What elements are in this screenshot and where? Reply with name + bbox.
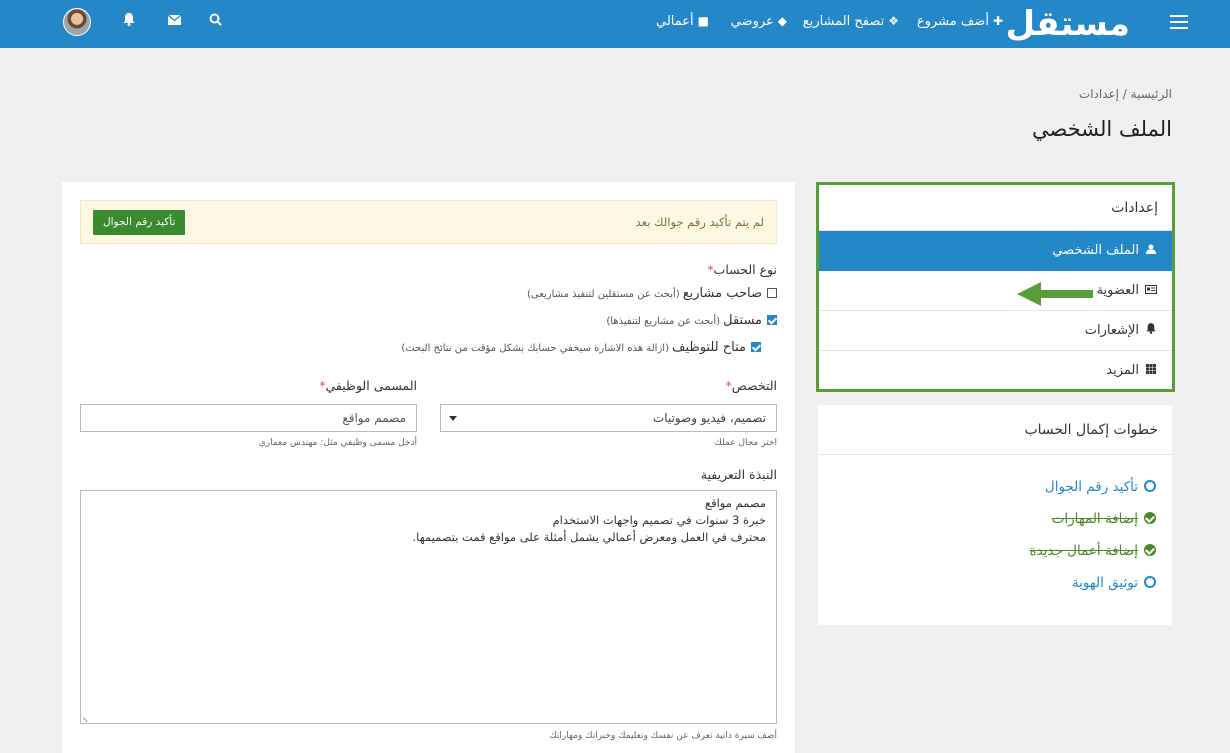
annotation-arrow <box>1017 282 1093 306</box>
avatar[interactable] <box>63 8 91 36</box>
alert-message: لم يتم تأكيد رقم جوالك بعد <box>635 215 764 229</box>
bio-help: أضف سيرة ذاتية تعرف عن نفسك وتعليمك وخبر… <box>549 731 777 741</box>
steps-title: خطوات إكمال الحساب <box>818 405 1172 455</box>
settings-item-membership[interactable]: العضوية <box>819 271 1172 311</box>
grid-icon <box>1144 351 1158 391</box>
bio-label: النبذة التعريفية <box>700 467 777 482</box>
menu-icon[interactable] <box>1170 15 1188 29</box>
job-title-input[interactable]: مصمم مواقع <box>80 404 417 432</box>
breadcrumb[interactable]: الرئيسية / إعدادات <box>1079 87 1172 101</box>
nav-my-works[interactable]: ■أعمالي <box>656 14 709 29</box>
checkbox-available-for-hire[interactable]: متاح للتوظيف(ازالة هذه الاشارة سيخفي حسا… <box>401 340 761 355</box>
settings-menu: إعدادات الملف الشخصي العضوية الإشعارات ا… <box>816 182 1175 392</box>
nav-browse-projects[interactable]: ❖تصفح المشاريع <box>803 14 899 29</box>
page-title: الملف الشخصي <box>1032 117 1172 141</box>
step-confirm-phone[interactable]: تأكيد رقم الجوال <box>1045 479 1156 495</box>
cubes-icon: ❖ <box>888 14 899 28</box>
plus-icon: ✚ <box>992 14 1003 28</box>
bio-textarea[interactable]: مصمم مواقع خبرة 3 سنوات في تصميم واجهات … <box>80 490 777 724</box>
id-card-icon <box>1144 271 1158 311</box>
specialty-help: اختر مجال عملك <box>714 438 777 448</box>
logo[interactable]: مستقل <box>1006 2 1131 46</box>
checkbox-icon[interactable] <box>767 288 777 298</box>
confirm-phone-button[interactable]: تأكيد رقم الجوال <box>93 210 186 235</box>
user-icon <box>1144 231 1158 271</box>
tag-icon: ◆ <box>777 14 787 28</box>
search-icon[interactable] <box>205 13 225 33</box>
check-circle-icon <box>1144 544 1156 556</box>
phone-alert: لم يتم تأكيد رقم جوالك بعد تأكيد رقم الج… <box>80 200 777 244</box>
settings-item-notifications[interactable]: الإشعارات <box>819 311 1172 351</box>
job-title-label: المسمى الوظيفي* <box>319 378 417 393</box>
checkbox-project-owner[interactable]: صاحب مشاريع(أبحث عن مستقلين لتنفيذ مشاري… <box>527 286 777 301</box>
account-type-label: نوع الحساب* <box>707 262 777 277</box>
caret-down-icon <box>449 416 457 421</box>
checkbox-freelancer[interactable]: مستقل(أبحث عن مشاريع لتنفيذها) <box>606 313 777 328</box>
bell-icon[interactable] <box>119 13 139 33</box>
job-title-help: أدخل مسمى وظيفي مثل: مهندس معماري <box>258 438 417 448</box>
account-steps-panel: خطوات إكمال الحساب تأكيد رقم الجوال إضاف… <box>818 405 1172 625</box>
step-verify-identity[interactable]: توثيق الهوية <box>1072 575 1156 591</box>
circle-icon <box>1144 480 1156 492</box>
briefcase-icon: ■ <box>697 14 709 28</box>
nav-my-offers[interactable]: ◆عروضي <box>731 14 787 29</box>
settings-title: إعدادات <box>819 185 1172 231</box>
specialty-label: التخصص* <box>725 378 777 393</box>
top-navbar: مستقل ✚أضف مشروع ❖تصفح المشاريع ◆عروضي ■… <box>0 0 1230 48</box>
check-circle-icon <box>1144 512 1156 524</box>
resize-handle[interactable] <box>82 713 92 723</box>
step-add-works[interactable]: إضافة أعمال جديدة <box>1030 543 1156 559</box>
settings-item-more[interactable]: المزيد <box>819 351 1172 391</box>
bell-icon <box>1144 311 1158 351</box>
step-add-skills[interactable]: إضافة المهارات <box>1052 511 1156 527</box>
envelope-icon[interactable] <box>164 13 184 33</box>
checkbox-checked-icon[interactable] <box>751 342 761 352</box>
nav-add-project[interactable]: ✚أضف مشروع <box>917 14 1003 29</box>
checkbox-checked-icon[interactable] <box>767 315 777 325</box>
specialty-select[interactable]: تصميم، فيديو وصوتيات <box>440 404 777 432</box>
circle-icon <box>1144 576 1156 588</box>
settings-item-profile[interactable]: الملف الشخصي <box>819 231 1172 271</box>
profile-form: لم يتم تأكيد رقم جوالك بعد تأكيد رقم الج… <box>62 182 795 753</box>
